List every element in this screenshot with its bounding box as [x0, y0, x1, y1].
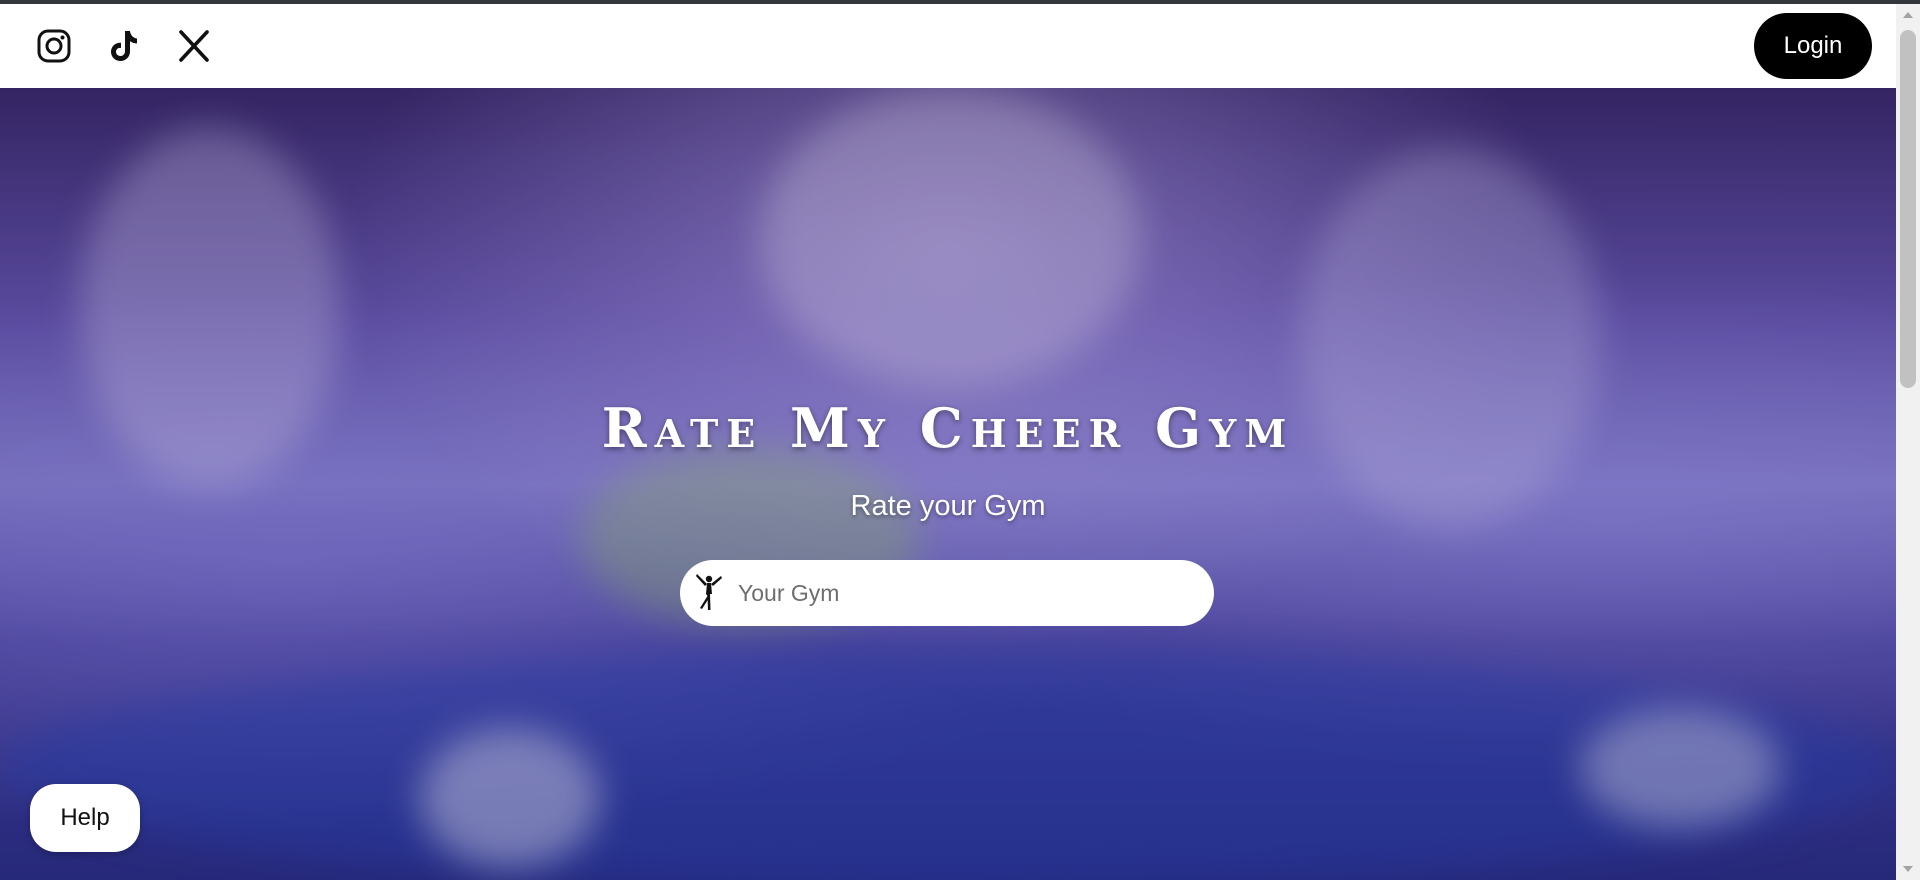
cheerleader-icon [694, 572, 724, 614]
instagram-icon[interactable] [36, 28, 72, 64]
help-button[interactable]: Help [30, 784, 140, 852]
page-title: Rate My Cheer Gym [601, 396, 1295, 460]
scroll-up-arrow-icon[interactable] [1903, 12, 1913, 18]
x-icon[interactable] [176, 28, 212, 64]
scrollbar-thumb[interactable] [1900, 30, 1916, 388]
navbar: Login [0, 4, 1896, 88]
gym-search-box[interactable] [680, 560, 1214, 626]
scroll-down-arrow-icon[interactable] [1903, 866, 1913, 872]
login-button[interactable]: Login [1754, 13, 1872, 79]
tiktok-icon[interactable] [106, 28, 142, 64]
gym-search-input[interactable] [736, 578, 1176, 608]
social-links [36, 28, 212, 64]
page-scrollbar[interactable] [1896, 4, 1920, 880]
hero-section: Rate My Cheer Gym Rate your Gym Help [0, 88, 1896, 880]
hero-content: Rate My Cheer Gym Rate your Gym [0, 88, 1896, 880]
hero-subtitle: Rate your Gym [850, 490, 1046, 522]
